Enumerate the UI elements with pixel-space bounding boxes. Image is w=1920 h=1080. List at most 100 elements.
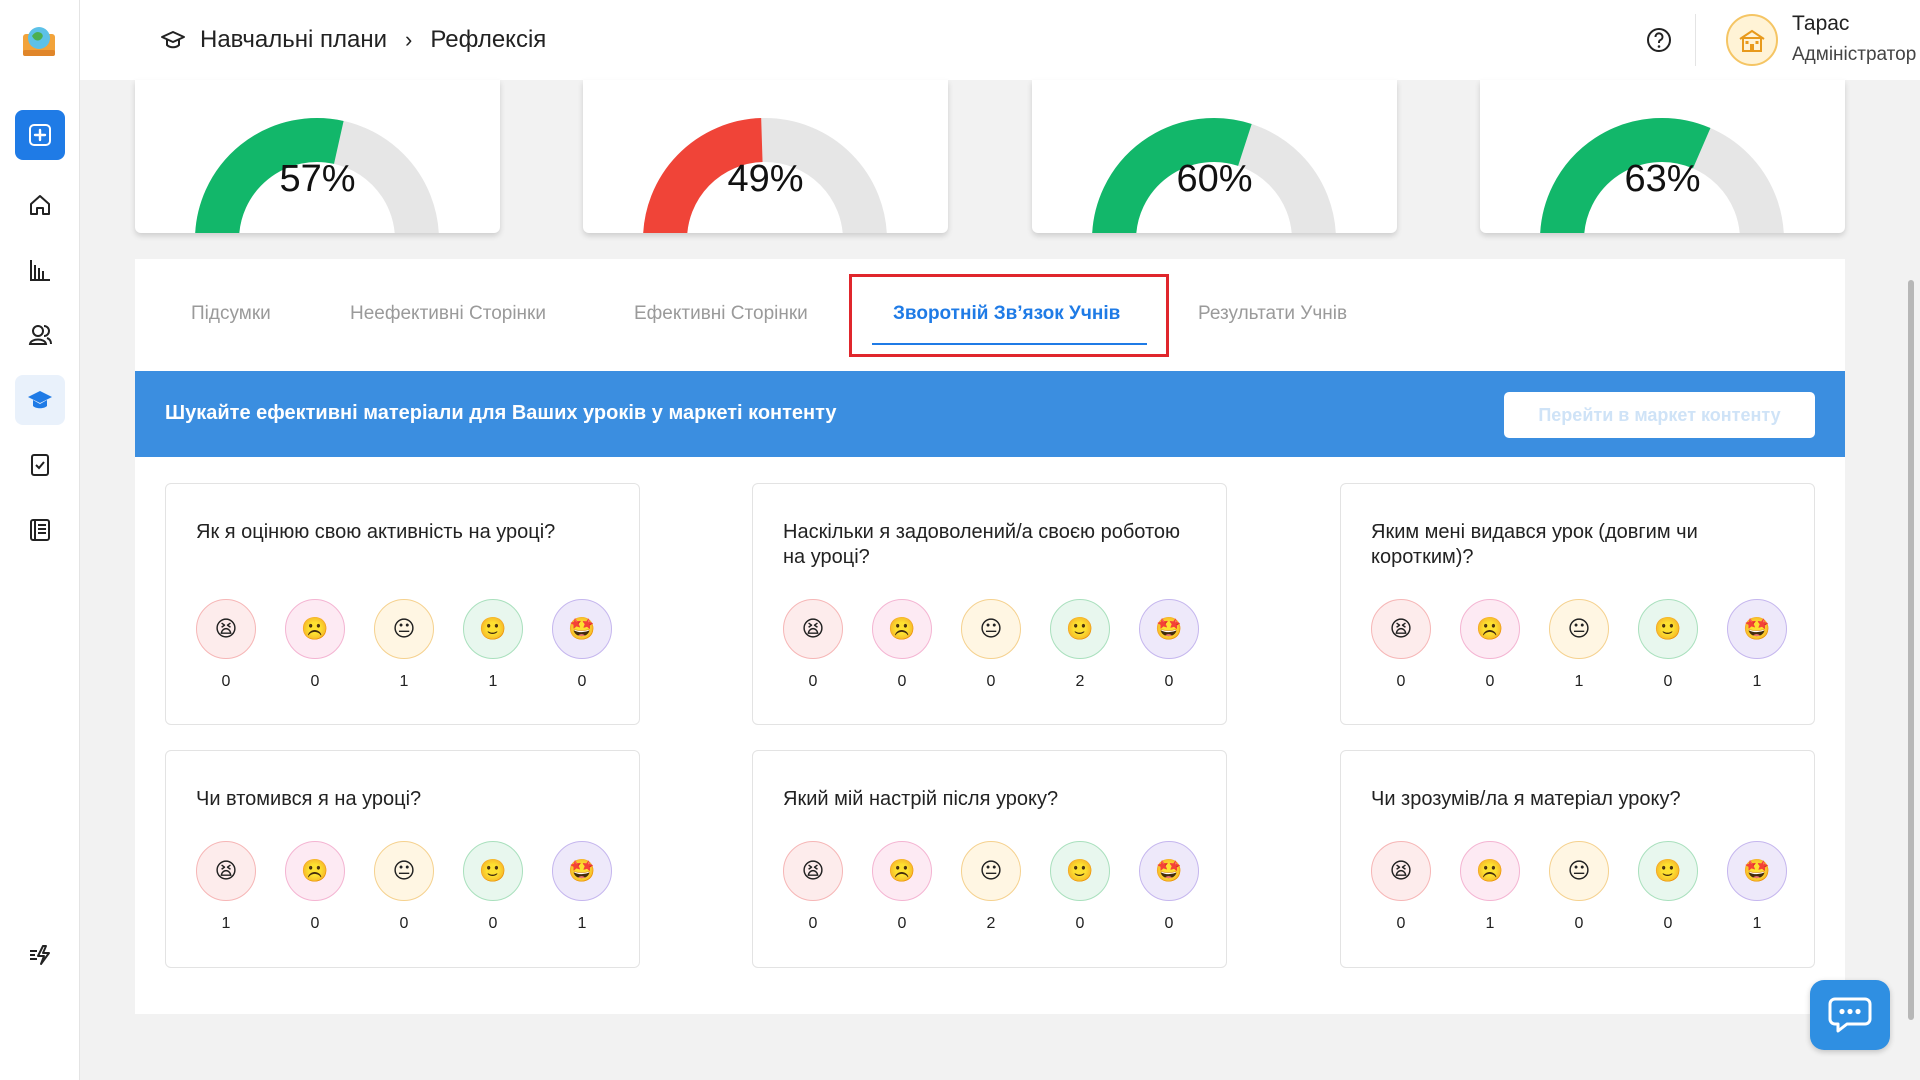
rating-count: 0 (310, 915, 320, 932)
neutral-face-icon: 😐 (374, 599, 434, 659)
question-card: Чи втомився я на уроці? 😫 1 ☹️ 0 😐 0 🙂 0 🤩 1 (165, 750, 640, 968)
rating-count: 0 (897, 673, 907, 690)
rating-option: 😫 1 (196, 841, 256, 933)
star-struck-face-icon: 🤩 (1139, 841, 1199, 901)
graduation-cap-icon (161, 31, 185, 49)
question-title: Як я оцінюю свою активність на уроці? (196, 521, 556, 543)
rating-row: 😫 0 ☹️ 0 😐 2 🙂 0 🤩 0 (783, 841, 1199, 933)
gauge-chart (1092, 118, 1336, 233)
sidebar-item-analytics[interactable] (15, 245, 65, 295)
tired-face-icon: 😫 (1371, 599, 1431, 659)
neutral-face-icon: 😐 (374, 841, 434, 901)
smiling-face-icon: 🙂 (1050, 599, 1110, 659)
book-icon (30, 519, 50, 541)
star-struck-face-icon: 🤩 (1727, 599, 1787, 659)
question-card: Чи зрозумів/ла я матеріал уроку? 😫 0 ☹️ 1 😐 0… (1340, 750, 1815, 968)
gauge-card: 60% (1032, 80, 1397, 233)
sidebar-item-curriculum[interactable] (15, 375, 65, 425)
frowning-face-icon: ☹️ (1460, 841, 1520, 901)
rating-count: 1 (399, 673, 409, 690)
active-tab-highlight-box (849, 274, 1169, 357)
rating-count: 1 (577, 915, 587, 932)
top-header: Навчальні плани › Рефлексія Тарас Адміні… (80, 0, 1920, 80)
tired-face-icon: 😫 (196, 599, 256, 659)
sidebar-item-home[interactable] (15, 180, 65, 230)
breadcrumb-curriculum[interactable]: Навчальні плани (200, 26, 387, 54)
frowning-face-icon: ☹️ (285, 841, 345, 901)
tab-bar: Підсумки Неефективні Сторінки Ефективні … (135, 259, 1845, 371)
rating-row: 😫 0 ☹️ 0 😐 1 🙂 0 🤩 1 (1371, 599, 1787, 691)
question-title: Чи зрозумів/ла я матеріал уроку? (1371, 788, 1681, 810)
rating-count: 0 (808, 915, 818, 932)
chevron-right-icon: › (404, 27, 413, 52)
app-logo-icon[interactable] (19, 20, 59, 60)
rating-option: 😫 0 (1371, 599, 1431, 691)
bar-chart-icon (30, 260, 50, 281)
frowning-face-icon: ☹️ (285, 599, 345, 659)
rating-count: 1 (1752, 673, 1762, 690)
star-struck-face-icon: 🤩 (1139, 599, 1199, 659)
rating-count: 0 (1574, 915, 1584, 932)
rating-option: 🤩 1 (1727, 841, 1787, 933)
rating-option: 😐 0 (1549, 841, 1609, 933)
rating-count: 2 (986, 915, 996, 932)
rating-option: 🙂 0 (1050, 841, 1110, 933)
sidebar-item-users[interactable] (15, 310, 65, 360)
avatar[interactable] (1726, 14, 1778, 66)
tab-effective-pages[interactable]: Ефективні Сторінки (634, 303, 808, 325)
go-to-content-market-button[interactable]: Перейти в маркет контенту (1504, 392, 1815, 438)
rating-row: 😫 1 ☹️ 0 😐 0 🙂 0 🤩 1 (196, 841, 612, 933)
add-button[interactable] (15, 110, 65, 160)
breadcrumb-reflection: Рефлексія (430, 26, 547, 53)
smiling-face-icon: 🙂 (1638, 599, 1698, 659)
rating-option: 🤩 0 (1139, 841, 1199, 933)
gauge-value: 63% (1624, 158, 1701, 200)
rating-option: 😫 0 (783, 841, 843, 933)
rating-option: 🤩 1 (1727, 599, 1787, 691)
rating-option: 🤩 0 (1139, 599, 1199, 691)
rating-count: 0 (1396, 673, 1406, 690)
school-icon (1739, 29, 1765, 52)
rating-option: 😫 0 (783, 599, 843, 691)
tired-face-icon: 😫 (783, 599, 843, 659)
rating-count: 0 (1663, 673, 1673, 690)
smiling-face-icon: 🙂 (1050, 841, 1110, 901)
smiling-face-icon: 🙂 (463, 841, 523, 901)
rating-option: ☹️ 0 (1460, 599, 1520, 691)
rating-option: 🙂 2 (1050, 599, 1110, 691)
scrollbar[interactable] (1908, 280, 1914, 1020)
question-title: Чи втомився я на уроці? (196, 788, 422, 810)
rating-count: 1 (1485, 915, 1495, 932)
tab-summary[interactable]: Підсумки (191, 303, 271, 325)
sidebar-item-library[interactable] (15, 505, 65, 555)
user-name[interactable]: Тарас (1792, 12, 1849, 36)
tab-student-results[interactable]: Результати Учнів (1198, 303, 1347, 325)
rating-option: 😐 2 (961, 841, 1021, 933)
rating-option: ☹️ 0 (872, 599, 932, 691)
neutral-face-icon: 😐 (1549, 841, 1609, 901)
star-struck-face-icon: 🤩 (552, 599, 612, 659)
help-button[interactable] (1646, 27, 1672, 53)
question-card: Яким мені видався урок (довгим чи коротк… (1340, 483, 1815, 725)
rating-count: 0 (488, 915, 498, 932)
banner-text: Шукайте ефективні матеріали для Ваших ур… (165, 402, 837, 424)
frowning-face-icon: ☹️ (872, 841, 932, 901)
gauge-chart (195, 118, 439, 233)
question-title: Яким мені видався урок (довгим чи коротк… (1371, 521, 1698, 568)
rating-count: 0 (897, 915, 907, 932)
rating-count: 0 (1164, 915, 1174, 932)
rating-option: ☹️ 0 (872, 841, 932, 933)
rating-option: 😫 0 (196, 599, 256, 691)
question-card: Наскільки я задоволений/а своєю роботою … (752, 483, 1227, 725)
star-struck-face-icon: 🤩 (552, 841, 612, 901)
tab-ineffective-pages[interactable]: Неефективні Сторінки (350, 303, 546, 325)
gauge-value: 60% (1176, 158, 1253, 200)
rating-count: 0 (808, 673, 818, 690)
rating-option: 🙂 0 (1638, 599, 1698, 691)
rating-row: 😫 0 ☹️ 0 😐 1 🙂 1 🤩 0 (196, 599, 612, 691)
rating-option: ☹️ 1 (1460, 841, 1520, 933)
sidebar-item-quick-actions[interactable] (15, 930, 65, 980)
chat-button[interactable] (1810, 980, 1890, 1050)
gauge-value: 49% (727, 158, 804, 200)
sidebar-item-tasks[interactable] (15, 440, 65, 490)
